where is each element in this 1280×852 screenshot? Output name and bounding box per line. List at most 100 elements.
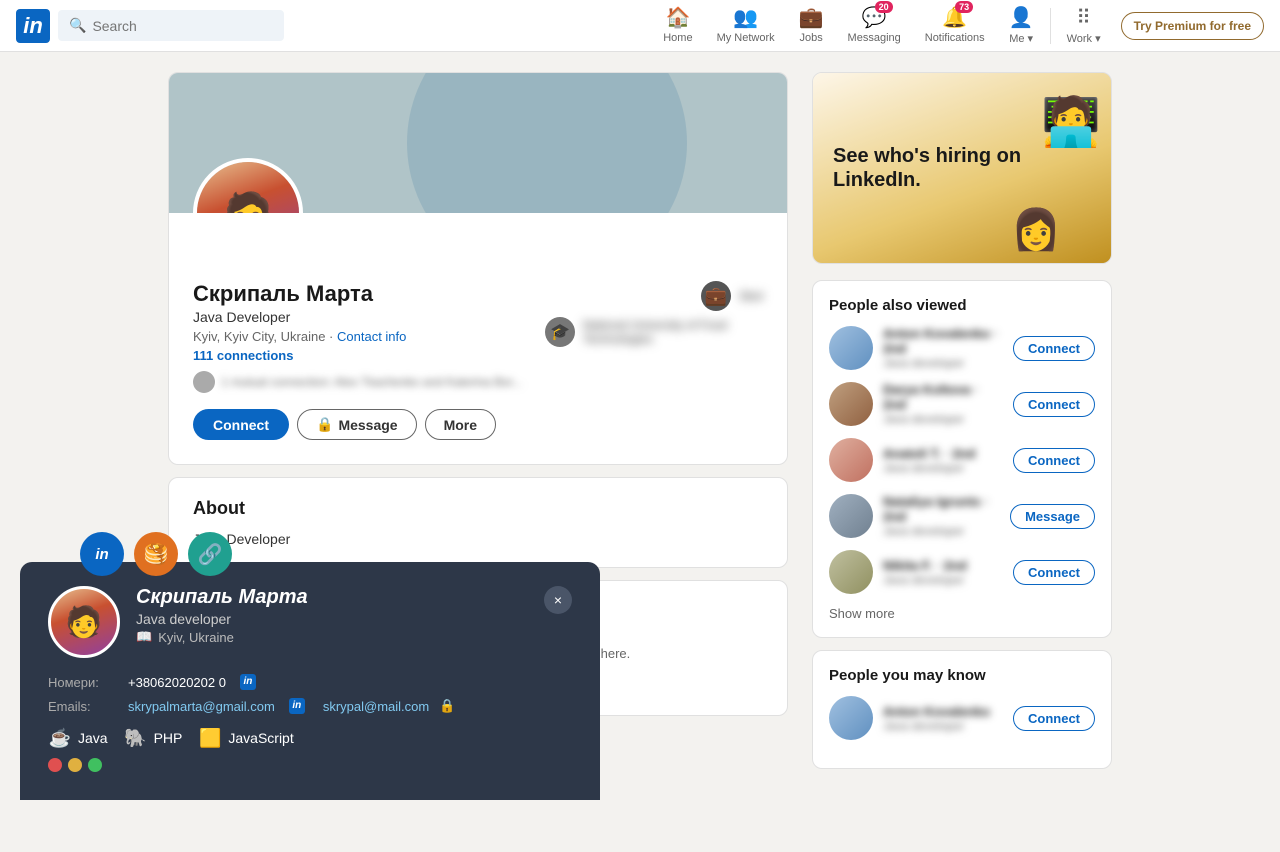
profile-location: Kyiv, Kyiv City, Ukraine · Contact info xyxy=(193,329,406,344)
nav-messaging[interactable]: 💬20 Messaging xyxy=(836,0,913,52)
banner-decoration xyxy=(407,73,687,213)
person-info: Nataliya Igrunts · 2nd Java developer xyxy=(883,494,1000,538)
nav-jobs[interactable]: 💼 Jobs xyxy=(787,0,836,52)
home-icon: 🏠 xyxy=(665,5,690,30)
ad-headline: See who's hiring on LinkedIn. xyxy=(833,144,1091,192)
connect-button[interactable]: Connect xyxy=(193,409,289,440)
person-name: Nikita F. · 2nd xyxy=(883,558,1003,573)
person-name: Anton Kovalenko · 2nd xyxy=(883,326,1003,356)
search-input[interactable] xyxy=(92,18,273,34)
mutual-connections-row: 1 mutual connection: Alex Tkachenko and … xyxy=(193,371,763,393)
stackoverflow-icon[interactable]: 🥞 xyxy=(134,532,178,576)
profile-body: Скрипаль Марта Java Developer Kyiv, Kyiv… xyxy=(169,213,787,464)
lock-icon: 🔒 xyxy=(316,416,333,433)
avatar-image: 🧑 xyxy=(197,162,299,213)
phone-value: +38062020202 0 xyxy=(128,675,226,690)
person-connect-button[interactable]: Connect xyxy=(1013,448,1095,473)
person-info: Anton Kovalenko · 2nd Java developer xyxy=(883,326,1003,370)
person-name: Anatoli T. · 2nd xyxy=(883,446,1003,461)
nav-work[interactable]: ⠿ Work ▾ xyxy=(1055,0,1113,52)
navbar: in 🔍 🏠 Home 👥 My Network 💼 Jobs 💬20 Mess… xyxy=(0,0,1280,52)
people-viewed-title: People also viewed xyxy=(829,297,1095,314)
person-connect-button[interactable]: Connect xyxy=(1013,392,1095,417)
person-title: Java developer xyxy=(883,524,1000,538)
link-icon[interactable]: 🔗 xyxy=(188,532,232,576)
nav-notifications[interactable]: 🔔73 Notifications xyxy=(913,0,997,52)
person-avatar xyxy=(829,550,873,594)
skill-java: ☕ Java xyxy=(48,726,108,750)
person-title: Java developer xyxy=(883,356,1003,370)
show-more-link[interactable]: Show more xyxy=(829,606,1095,621)
email-row: Emails: skrypalmarta@gmail.com in skrypa… xyxy=(48,698,572,714)
overlay-avatar: 🧑 xyxy=(48,586,120,658)
nav-me[interactable]: 👤 Me ▾ xyxy=(997,0,1046,52)
linkedin-logo[interactable]: in xyxy=(16,9,50,43)
traffic-lights xyxy=(48,758,572,772)
email1-value: skrypalmarta@gmail.com xyxy=(128,699,275,714)
profile-company-row: 💼 Sbol xyxy=(701,281,763,311)
ad-card: See who's hiring on LinkedIn. 🧑‍💻 👩 xyxy=(812,72,1112,264)
traffic-light-green xyxy=(88,758,102,772)
overlay-header: 🧑 Скрипаль Марта Java developer 📖 Kyiv, … xyxy=(48,586,572,658)
linkedin-share-icon[interactable]: in xyxy=(80,532,124,576)
person-name: Nataliya Igrunts · 2nd xyxy=(883,494,1000,524)
mutual-avatar xyxy=(193,371,215,393)
list-item: Anatoli T. · 2nd Java developer Connect xyxy=(829,438,1095,482)
person-title: Java developer xyxy=(883,719,1003,733)
person-avatar xyxy=(829,438,873,482)
person-info: Anton Kovalenko Java developer xyxy=(883,704,1003,733)
overlay-name: Скрипаль Марта xyxy=(136,586,528,609)
list-item: Nataliya Igrunts · 2nd Java developer Me… xyxy=(829,494,1095,538)
profile-side: 💼 Sbol 🎓 National University of Food Tec… xyxy=(545,281,763,347)
skill-javascript: 🟨 JavaScript xyxy=(198,726,293,750)
nav-network[interactable]: 👥 My Network xyxy=(705,0,787,52)
nav-home[interactable]: 🏠 Home xyxy=(651,0,704,52)
overlay-location: 📖 Kyiv, Ukraine xyxy=(136,629,528,645)
network-icon: 👥 xyxy=(733,5,758,30)
list-item: Anton Kovalenko Java developer Connect xyxy=(829,696,1095,740)
profile-edu-row: 🎓 National University of Food Technologi… xyxy=(545,317,763,347)
overlay-info-section: Номери: +38062020202 0 in Emails: skrypa… xyxy=(48,674,572,714)
premium-button[interactable]: Try Premium for free xyxy=(1121,12,1264,40)
notifications-icon: 🔔73 xyxy=(942,5,967,30)
person-connect-button[interactable]: Connect xyxy=(1013,560,1095,585)
search-bar[interactable]: 🔍 xyxy=(58,10,284,41)
people-also-viewed: People also viewed Anton Kovalenko · 2nd… xyxy=(812,280,1112,638)
person-avatar xyxy=(829,494,873,538)
email-lock-icon: 🔒 xyxy=(439,698,455,714)
person-info: Nikita F. · 2nd Java developer xyxy=(883,558,1003,587)
overlay-skills: ☕ Java 🐘 PHP 🟨 JavaScript xyxy=(48,726,572,750)
company-name-blurred: Sbol xyxy=(739,289,763,303)
divider xyxy=(1050,8,1051,44)
person-message-button[interactable]: Message xyxy=(1010,504,1095,529)
php-icon: 🐘 xyxy=(124,726,148,750)
messaging-icon: 💬20 xyxy=(862,5,887,30)
linkedin-email-icon: in xyxy=(289,698,305,714)
profile-card: 🧑 Скрипаль Марта Java Developer Kyiv, Ky… xyxy=(168,72,788,465)
me-icon: 👤 xyxy=(1009,5,1034,30)
right-sidebar: See who's hiring on LinkedIn. 🧑‍💻 👩 Peop… xyxy=(812,72,1112,781)
email2-value: skrypal@mail.com xyxy=(323,699,429,714)
action-buttons: Connect 🔒 Message More xyxy=(193,409,763,440)
person-name: Anton Kovalenko xyxy=(883,704,1003,719)
edu-name-blurred: National University of Food Technologies xyxy=(583,318,763,346)
phones-label: Номери: xyxy=(48,675,118,690)
more-button[interactable]: More xyxy=(425,409,496,440)
contact-info-link[interactable]: Contact info xyxy=(337,329,406,344)
overlay-job: Java developer xyxy=(136,611,528,627)
profile-title: Java Developer xyxy=(193,309,406,325)
person-name: Darya Koltova · 2nd xyxy=(883,382,1003,412)
message-button[interactable]: 🔒 Message xyxy=(297,409,417,440)
jobs-icon: 💼 xyxy=(799,5,824,30)
company-avatar: 💼 xyxy=(701,281,731,311)
person-connect-button[interactable]: Connect xyxy=(1013,336,1095,361)
overlay-card: in 🥞 🔗 🧑 Скрипаль Марта Java developer 📖… xyxy=(20,562,600,800)
about-title: About xyxy=(193,498,763,519)
overlay-icons: in 🥞 🔗 xyxy=(80,532,232,576)
about-card: About Java Developer xyxy=(168,477,788,568)
nav-items: 🏠 Home 👥 My Network 💼 Jobs 💬20 Messaging… xyxy=(651,0,1264,52)
person-connect-button[interactable]: Connect xyxy=(1013,706,1095,731)
search-icon: 🔍 xyxy=(69,17,86,34)
overlay-close-button[interactable]: × xyxy=(544,586,572,614)
ad-image: See who's hiring on LinkedIn. 🧑‍💻 👩 xyxy=(813,73,1111,263)
